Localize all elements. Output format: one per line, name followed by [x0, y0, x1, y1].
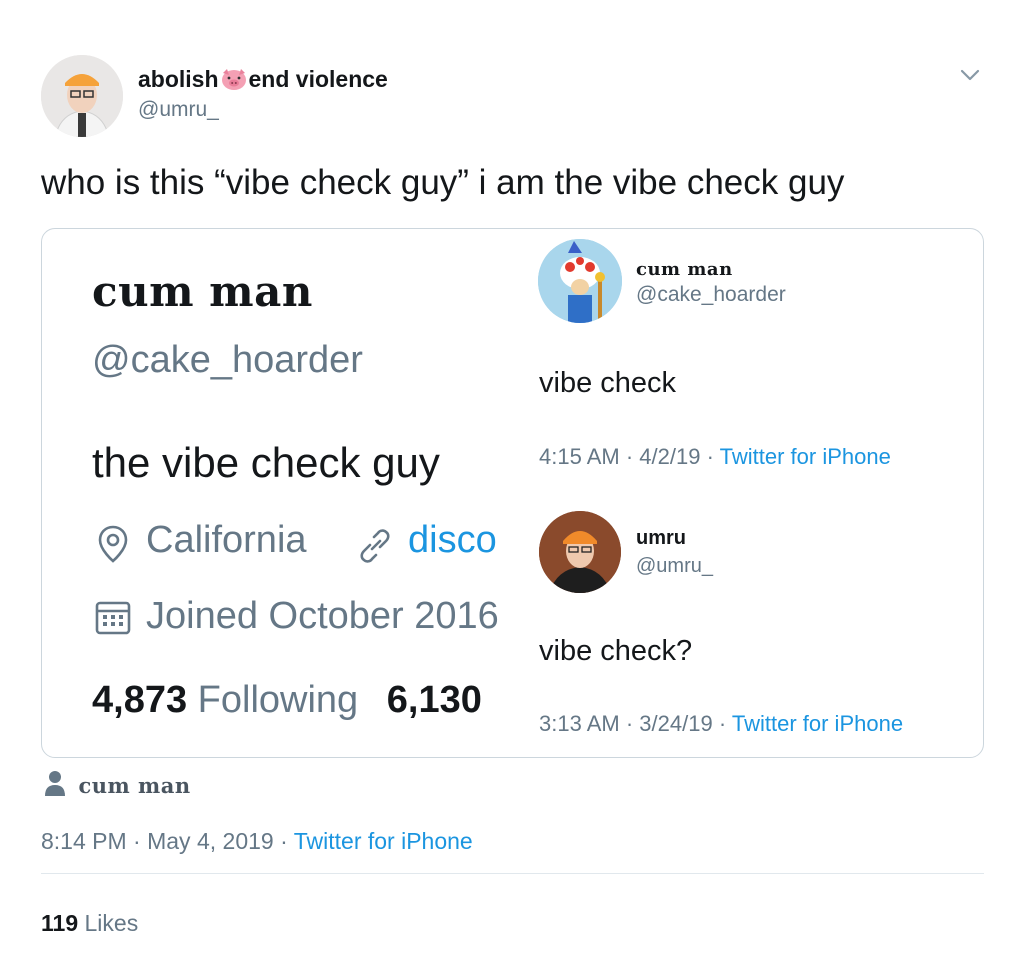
- following-count: 4,873: [92, 679, 188, 721]
- tweet-text: who is this “vibe check guy” i am the vi…: [41, 163, 845, 202]
- chevron-down-icon[interactable]: [957, 64, 983, 86]
- embedded-1-handle: @cake_hoarder: [636, 283, 786, 306]
- location-pin-icon: [92, 523, 134, 565]
- likes-stat[interactable]: 119 Likes: [41, 910, 138, 937]
- likes-count: 119: [41, 910, 79, 936]
- embedded-2-handle: @umru_: [636, 555, 713, 577]
- tweet-media-card[interactable]: cum man @cake_hoarder the vibe check guy…: [41, 228, 984, 758]
- profile-screenshot: cum man @cake_hoarder the vibe check guy…: [42, 229, 512, 757]
- profile-joined: Joined October 2016: [146, 595, 499, 637]
- tweet-time[interactable]: 8:14 PM: [41, 828, 127, 854]
- tweet-meta: 8:14 PM · May 4, 2019 · Twitter for iPho…: [41, 828, 473, 854]
- embedded-1-time: 4:15 AM: [539, 444, 620, 469]
- tagged-user-name[interactable]: cum man: [78, 773, 190, 798]
- following-label: Following: [197, 679, 359, 721]
- embedded-2-name: umru: [636, 527, 686, 549]
- embedded-2-meta: 3:13 AM · 3/24/19 · Twitter for iPhone: [539, 711, 904, 736]
- embedded-2-source: Twitter for iPhone: [731, 711, 904, 736]
- embedded-avatar-umru: [539, 511, 621, 593]
- embedded-1-source: Twitter for iPhone: [719, 444, 891, 469]
- likes-label: Likes: [84, 910, 139, 936]
- followers-count: 6,130: [386, 679, 482, 721]
- author-name[interactable]: abolish end violence: [138, 66, 388, 93]
- person-icon: [44, 770, 66, 796]
- embedded-1-name: cum man: [636, 259, 733, 280]
- pig-emoji-icon: [219, 67, 249, 91]
- profile-stats: 4,873 Following 6,130: [92, 679, 482, 722]
- tweet-date[interactable]: May 4, 2019: [147, 828, 274, 854]
- profile-bio: the vibe check guy: [92, 439, 440, 486]
- embedded-2-text: vibe check?: [539, 635, 693, 667]
- embedded-2-date: 3/24/19: [639, 711, 713, 736]
- profile-display-name: cum man: [92, 267, 313, 316]
- profile-handle: @cake_hoarder: [92, 339, 363, 381]
- embedded-2-time: 3:13 AM: [539, 711, 620, 736]
- embedded-avatar-cake-hoarder: [538, 239, 622, 323]
- author-name-right: end violence: [248, 66, 388, 92]
- profile-link: disco: [408, 519, 497, 561]
- divider: [41, 873, 984, 874]
- embedded-1-meta: 4:15 AM · 4/2/19 · Twitter for iPhone: [539, 444, 891, 469]
- embedded-1-text: vibe check: [539, 367, 677, 399]
- author-handle[interactable]: @umru_: [138, 98, 219, 122]
- calendar-icon: [92, 597, 134, 639]
- tweet-source[interactable]: Twitter for iPhone: [294, 828, 473, 854]
- profile-location: California: [146, 519, 307, 561]
- link-icon: [354, 525, 396, 567]
- embedded-1-date: 4/2/19: [639, 444, 701, 469]
- author-name-left: abolish: [138, 66, 219, 92]
- author-avatar[interactable]: [41, 55, 123, 137]
- tagged-users[interactable]: cum man: [44, 770, 191, 800]
